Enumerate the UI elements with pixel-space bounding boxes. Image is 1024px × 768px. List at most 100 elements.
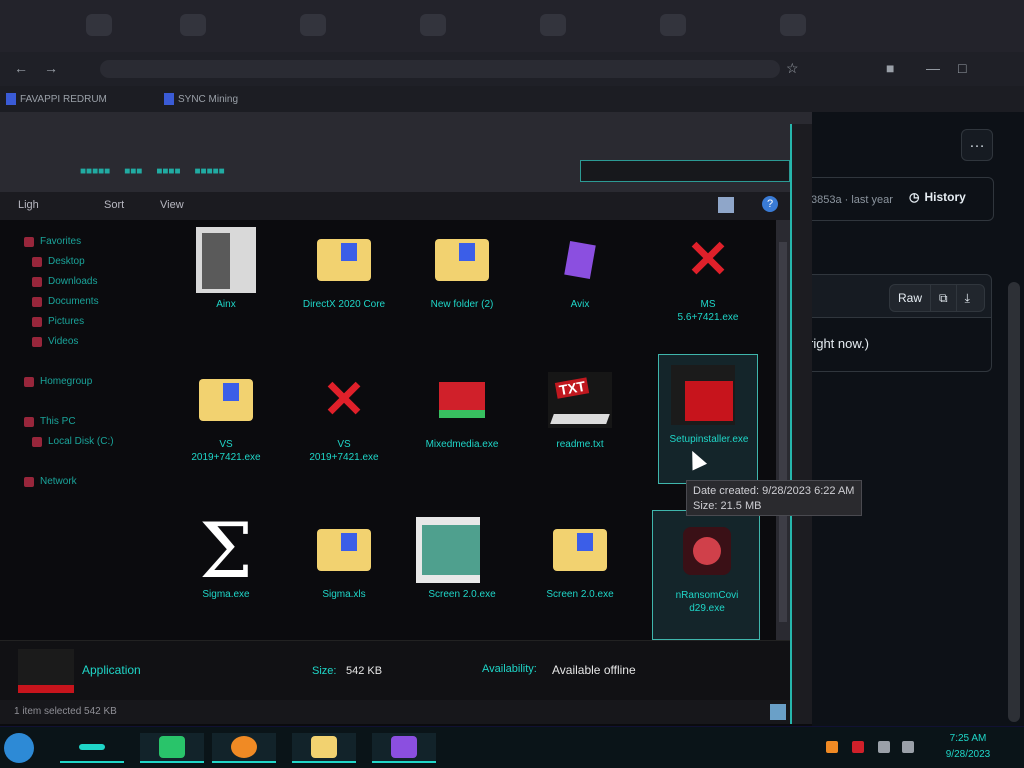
taskbar-item[interactable] xyxy=(372,733,436,763)
star-icon[interactable]: ☆ xyxy=(786,60,799,77)
explorer-scrollbar[interactable] xyxy=(776,220,790,640)
explorer-menu-bar: Ligh Sort View ? xyxy=(0,192,790,220)
page-scrollbar[interactable] xyxy=(1008,282,1020,722)
sigma-icon: Σ xyxy=(199,505,253,595)
file-item[interactable]: VS 2019+7421.exe xyxy=(170,360,282,490)
file-item[interactable]: Mixedmedia.exe xyxy=(406,360,518,490)
bookmark-icon xyxy=(6,93,16,105)
virus-icon xyxy=(683,527,731,575)
breadcrumb-item[interactable]: ■■■■■ xyxy=(195,166,225,177)
browser-tab[interactable] xyxy=(180,14,206,36)
nav-item-network[interactable]: Network xyxy=(24,476,77,487)
forward-icon[interactable]: → xyxy=(44,60,58,76)
large-icons-view-icon[interactable] xyxy=(770,704,786,720)
file-item[interactable]: TXT readme.txt xyxy=(524,360,636,490)
file-label: Screen 2.0.exe xyxy=(428,589,496,600)
nav-item-pictures[interactable]: Pictures xyxy=(32,316,84,327)
file-label: Mixedmedia.exe xyxy=(425,439,499,450)
browser-toolbar: ← → ☆ ■ — □ xyxy=(0,52,1024,86)
view-options-icon[interactable] xyxy=(718,197,734,213)
browser-tab[interactable] xyxy=(420,14,446,36)
browser-tab[interactable] xyxy=(780,14,806,36)
file-item-selected[interactable]: Setupinstaller.exe xyxy=(658,354,758,484)
explorer-search-input[interactable] xyxy=(580,160,790,182)
maximize-icon[interactable]: □ xyxy=(958,60,966,76)
file-item[interactable]: Screen 2.0.exe xyxy=(524,510,636,640)
file-tooltip: Date created: 9/28/2023 6:22 AM Size: 21… xyxy=(686,480,862,516)
breadcrumb: ■■■■■ ■■■ ■■■■ ■■■■■ xyxy=(80,162,225,180)
file-item[interactable]: New folder (2) xyxy=(406,220,518,350)
nav-item-desktop[interactable]: Desktop xyxy=(32,256,85,267)
browser-tab[interactable] xyxy=(540,14,566,36)
file-item[interactable]: Screen 2.0.exe xyxy=(406,510,518,640)
folder-icon xyxy=(24,236,34,247)
nav-item-videos[interactable]: Videos xyxy=(32,336,78,347)
download-icon[interactable]: ⤓ xyxy=(957,285,978,311)
menu-item[interactable]: Ligh xyxy=(18,199,39,211)
size-label: Size: xyxy=(312,665,337,677)
file-label: nRansomCovi d29.exe xyxy=(675,590,739,614)
commit-meta[interactable]: 3853a · last year xyxy=(811,194,893,206)
file-label: VS 2019+7421.exe xyxy=(309,439,379,463)
red-x-icon: ✕ xyxy=(322,371,366,429)
file-actions: Raw ⧉ ⤓ xyxy=(889,284,985,312)
file-item[interactable]: Sigma.xls xyxy=(288,510,400,640)
scrollbar-thumb[interactable] xyxy=(779,242,787,622)
address-bar[interactable] xyxy=(100,60,780,78)
bookmark-item[interactable]: SYNC Mining xyxy=(164,92,238,106)
file-item[interactable]: Ainx xyxy=(170,220,282,350)
raw-button[interactable]: Raw xyxy=(890,285,932,311)
nav-item-local-disk[interactable]: Local Disk (C:) xyxy=(32,436,114,447)
file-item[interactable]: DirectX 2020 Core xyxy=(288,220,400,350)
bookmark-item[interactable]: FAVAPPI REDRUM xyxy=(6,92,107,106)
file-item[interactable]: ✕ VS 2019+7421.exe xyxy=(288,360,400,490)
breadcrumb-item[interactable]: ■■■■■ xyxy=(80,166,110,177)
clock-date: 9/28/2023 xyxy=(945,749,991,760)
more-options-button[interactable]: … xyxy=(961,129,993,161)
gem-icon xyxy=(564,241,596,279)
browser-tab-strip xyxy=(0,0,1024,52)
taskbar-item[interactable] xyxy=(292,733,356,763)
folder-icon xyxy=(199,379,253,421)
taskbar-item[interactable] xyxy=(60,733,124,763)
taskbar-item[interactable] xyxy=(212,733,276,763)
start-button[interactable] xyxy=(4,733,34,763)
menu-item[interactable]: View xyxy=(160,199,184,211)
browser-tab[interactable] xyxy=(86,14,112,36)
extensions-icon[interactable]: ■ xyxy=(886,60,894,76)
nav-item-this-pc[interactable]: This PC xyxy=(24,416,76,427)
volume-icon[interactable] xyxy=(902,741,914,753)
nav-item-favorites[interactable]: Favorites xyxy=(24,236,81,247)
minimize-icon[interactable]: — xyxy=(926,60,940,76)
tray-icon[interactable] xyxy=(826,741,838,753)
nav-item-documents[interactable]: Documents xyxy=(32,296,99,307)
breadcrumb-item[interactable]: ■■■ xyxy=(124,166,142,177)
file-item[interactable]: Avix xyxy=(524,220,636,350)
copy-icon[interactable]: ⧉ xyxy=(931,285,957,311)
file-item-hovered[interactable]: nRansomCovi d29.exe xyxy=(652,510,760,640)
file-label: Setupinstaller.exe xyxy=(669,434,749,445)
taskbar-item[interactable] xyxy=(140,733,204,763)
history-button[interactable]: ◷ History xyxy=(909,190,966,204)
nav-item-downloads[interactable]: Downloads xyxy=(32,276,97,287)
bookmark-icon xyxy=(164,93,174,105)
menu-item[interactable]: Sort xyxy=(104,199,124,211)
file-item[interactable]: ✕ MS 5.6+7421.exe xyxy=(652,220,764,350)
window-frame xyxy=(790,124,812,724)
tray-icon[interactable] xyxy=(852,741,864,753)
taskbar-clock[interactable]: 7:25 AM 9/28/2023 xyxy=(936,731,1000,763)
browser-tab[interactable] xyxy=(300,14,326,36)
firefox-icon xyxy=(231,736,257,758)
nav-item-homegroup[interactable]: Homegroup xyxy=(24,376,92,387)
help-icon[interactable]: ? xyxy=(762,196,778,212)
red-x-icon: ✕ xyxy=(686,231,730,289)
taskbar-item-icon xyxy=(79,744,105,750)
breadcrumb-item[interactable]: ■■■■ xyxy=(156,166,180,177)
tooltip-size: Size: 21.5 MB xyxy=(693,500,762,512)
file-item[interactable]: Σ Sigma.exe xyxy=(170,506,282,640)
computer-icon xyxy=(24,416,34,427)
txt-icon: TXT xyxy=(548,372,612,428)
back-icon[interactable]: ← xyxy=(14,60,28,76)
browser-tab[interactable] xyxy=(660,14,686,36)
network-icon[interactable] xyxy=(878,741,890,753)
